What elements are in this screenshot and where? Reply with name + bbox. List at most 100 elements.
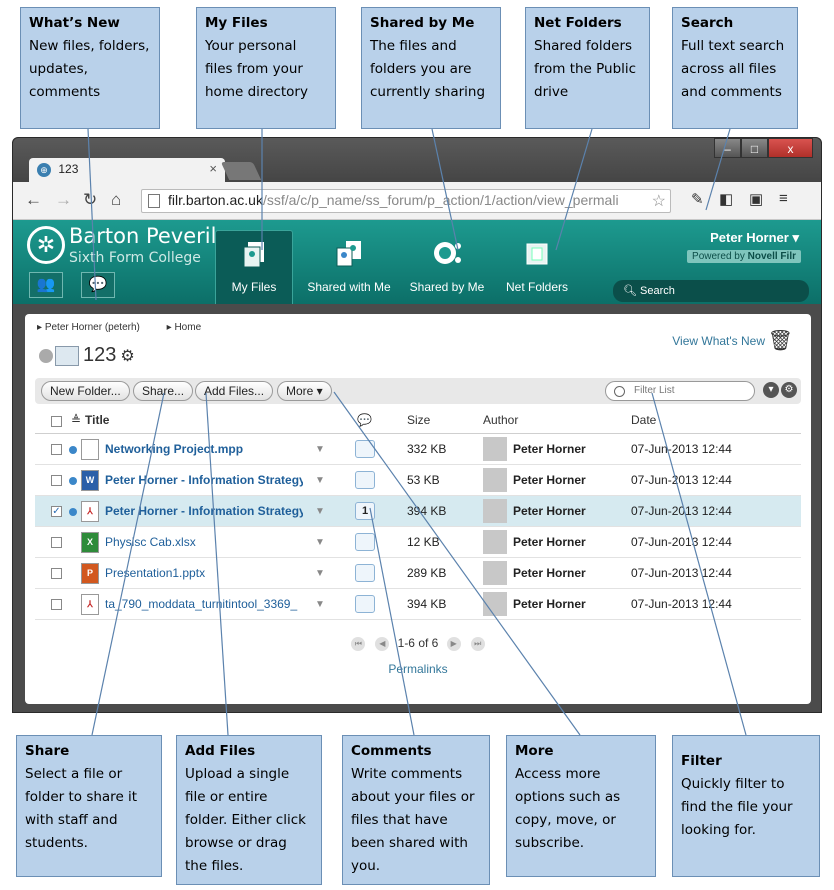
search-input[interactable]: 🔍︎ Search bbox=[613, 280, 809, 302]
row-menu-chevron-icon[interactable]: ▼ bbox=[315, 558, 325, 588]
close-tab-icon[interactable]: × bbox=[209, 161, 217, 176]
permalinks-link[interactable]: Permalinks bbox=[25, 662, 811, 676]
browser-tab[interactable]: ⊕ 123 × bbox=[29, 158, 225, 182]
comments-icon[interactable] bbox=[355, 471, 375, 489]
comments-column-icon: 💬 bbox=[357, 412, 372, 427]
breadcrumb-item[interactable]: ▸ Peter Horner (peterh) bbox=[37, 322, 152, 333]
gear-icon[interactable]: ⚙ bbox=[120, 348, 134, 365]
first-page-icon[interactable]: ⏮ bbox=[351, 636, 366, 651]
view-whats-new-link[interactable]: View What's New bbox=[672, 334, 765, 348]
up-folder-icon[interactable] bbox=[39, 348, 53, 363]
avatar bbox=[483, 499, 507, 523]
row-menu-chevron-icon[interactable]: ▼ bbox=[315, 465, 325, 495]
author-column-header[interactable]: Author bbox=[483, 406, 518, 433]
back-arrow-icon[interactable]: ← bbox=[25, 190, 42, 210]
next-page-icon[interactable]: ▶ bbox=[446, 636, 461, 651]
nav-net-folders[interactable]: Net Folders bbox=[497, 230, 577, 304]
new-folder-button[interactable]: New Folder... bbox=[41, 381, 130, 401]
forward-arrow-icon[interactable]: → bbox=[55, 190, 72, 210]
table-row[interactable]: W Peter Horner - Information Strategy ▼ 53 … bbox=[35, 465, 801, 496]
close-window-button[interactable]: x bbox=[768, 138, 813, 158]
row-menu-chevron-icon[interactable]: ▼ bbox=[315, 496, 325, 526]
file-author[interactable]: Peter Horner bbox=[513, 465, 586, 495]
table-row[interactable]: ✓ ⅄ Peter Horner - Information Strategy ▼ 1 3… bbox=[35, 496, 801, 527]
callout-filter: Filter Quickly filter to find the file y… bbox=[672, 735, 820, 877]
comments-icon[interactable]: 1 bbox=[355, 502, 375, 520]
whats-new-icon[interactable]: 💬 bbox=[81, 272, 115, 298]
row-checkbox[interactable] bbox=[51, 475, 62, 486]
title-column-header[interactable]: Title bbox=[85, 406, 109, 433]
filter-input[interactable]: Filter List bbox=[605, 381, 755, 401]
file-date: 07-Jun-2013 12:44 bbox=[631, 597, 732, 611]
table-row[interactable]: P Presentation1.pptx ▼ 289 KB Peter Horner 07… bbox=[35, 558, 801, 589]
file-name-link[interactable]: Physisc Cab.xlsx bbox=[105, 527, 303, 557]
callout-title: Net Folders bbox=[534, 15, 622, 31]
file-name-link[interactable]: ta_790_moddata_turnitintool_3369_ bbox=[105, 589, 303, 619]
table-row[interactable]: ⅄ ta_790_moddata_turnitintool_3369_ ▼ 394 K… bbox=[35, 589, 801, 620]
avatar bbox=[483, 592, 507, 616]
callout-body: Write comments about your files or files… bbox=[351, 766, 475, 874]
file-author[interactable]: Peter Horner bbox=[513, 558, 586, 588]
callout-shared-by-me: Shared by Me The files and folders you a… bbox=[361, 7, 501, 129]
file-author[interactable]: Peter Horner bbox=[513, 589, 586, 619]
prev-page-icon[interactable]: ◀ bbox=[375, 636, 390, 651]
select-all-checkbox[interactable] bbox=[51, 416, 62, 427]
file-size: 394 KB bbox=[407, 597, 447, 611]
maximize-button[interactable]: □ bbox=[741, 138, 768, 158]
comments-icon[interactable] bbox=[355, 564, 375, 582]
trash-icon[interactable]: 🗑 bbox=[768, 328, 793, 353]
reload-icon[interactable]: ↻ bbox=[83, 190, 97, 210]
file-date: 07-Jun-2013 12:44 bbox=[631, 535, 732, 549]
nav-shared-with-me[interactable]: Shared with Me bbox=[303, 230, 395, 304]
comments-icon[interactable] bbox=[355, 533, 375, 551]
bookmark-star-icon[interactable]: ☆ bbox=[652, 191, 666, 211]
file-size: 53 KB bbox=[407, 473, 440, 487]
filter-dropdown-icon[interactable]: ▾ bbox=[763, 382, 779, 398]
row-menu-chevron-icon[interactable]: ▼ bbox=[315, 589, 325, 619]
table-row[interactable]: Networking Project.mpp ▼ 332 KB Peter Horne… bbox=[35, 434, 801, 465]
user-menu[interactable]: Peter Horner ▾ bbox=[710, 230, 799, 246]
callout-title: Comments bbox=[351, 743, 432, 759]
nav-shared-by-me[interactable]: Shared by Me bbox=[405, 230, 489, 304]
last-page-icon[interactable]: ⏭ bbox=[470, 636, 485, 651]
extension-icon[interactable]: ▣ bbox=[749, 190, 763, 208]
more-button[interactable]: More ▾ bbox=[277, 381, 332, 401]
row-menu-chevron-icon[interactable]: ▼ bbox=[315, 527, 325, 557]
date-column-header[interactable]: Date bbox=[631, 406, 656, 433]
table-row[interactable]: X Physisc Cab.xlsx ▼ 12 KB Peter Horner 07-Ju… bbox=[35, 527, 801, 558]
menu-icon[interactable]: ≡ bbox=[779, 190, 788, 207]
home-icon[interactable]: ⌂ bbox=[111, 190, 121, 210]
minimize-button[interactable]: – bbox=[714, 138, 741, 158]
page-icon bbox=[148, 194, 160, 208]
file-name-link[interactable]: Presentation1.pptx bbox=[105, 558, 303, 588]
extension-icon[interactable]: ✎ bbox=[691, 190, 704, 208]
address-bar[interactable]: filr.barton.ac.uk/ssf/a/c/p_name/ss_foru… bbox=[141, 189, 671, 213]
comments-icon[interactable] bbox=[355, 440, 375, 458]
row-menu-chevron-icon[interactable]: ▼ bbox=[315, 434, 325, 464]
add-files-button[interactable]: Add Files... bbox=[195, 381, 274, 401]
callout-search: Search Full text search across all files… bbox=[672, 7, 798, 129]
browser-toolbar: ← → ↻ ⌂ filr.barton.ac.uk/ssf/a/c/p_name… bbox=[13, 182, 821, 220]
file-name-link[interactable]: Peter Horner - Information Strategy bbox=[105, 496, 303, 526]
row-checkbox[interactable] bbox=[51, 568, 62, 579]
file-author[interactable]: Peter Horner bbox=[513, 527, 586, 557]
row-checkbox[interactable] bbox=[51, 599, 62, 610]
row-checkbox[interactable] bbox=[51, 444, 62, 455]
file-name-link[interactable]: Networking Project.mpp bbox=[105, 434, 303, 464]
sort-icon[interactable]: ≜ bbox=[71, 406, 81, 433]
evernote-icon[interactable]: ◧ bbox=[719, 190, 733, 208]
share-button[interactable]: Share... bbox=[133, 381, 194, 401]
nav-my-files[interactable]: My Files bbox=[215, 230, 293, 304]
file-author[interactable]: Peter Horner bbox=[513, 434, 586, 464]
people-icon[interactable]: 👥 bbox=[29, 272, 63, 298]
size-column-header[interactable]: Size bbox=[407, 406, 430, 433]
file-author[interactable]: Peter Horner bbox=[513, 496, 586, 526]
breadcrumb-item[interactable]: ▸ Home bbox=[167, 322, 214, 333]
comments-icon[interactable] bbox=[355, 595, 375, 613]
shared-by-me-icon bbox=[434, 242, 461, 264]
row-checkbox[interactable] bbox=[51, 537, 62, 548]
new-tab-button[interactable] bbox=[220, 162, 262, 180]
file-name-link[interactable]: Peter Horner - Information Strategy bbox=[105, 465, 303, 495]
settings-gear-icon[interactable]: ⚙ bbox=[781, 382, 797, 398]
row-checkbox[interactable]: ✓ bbox=[51, 506, 62, 517]
